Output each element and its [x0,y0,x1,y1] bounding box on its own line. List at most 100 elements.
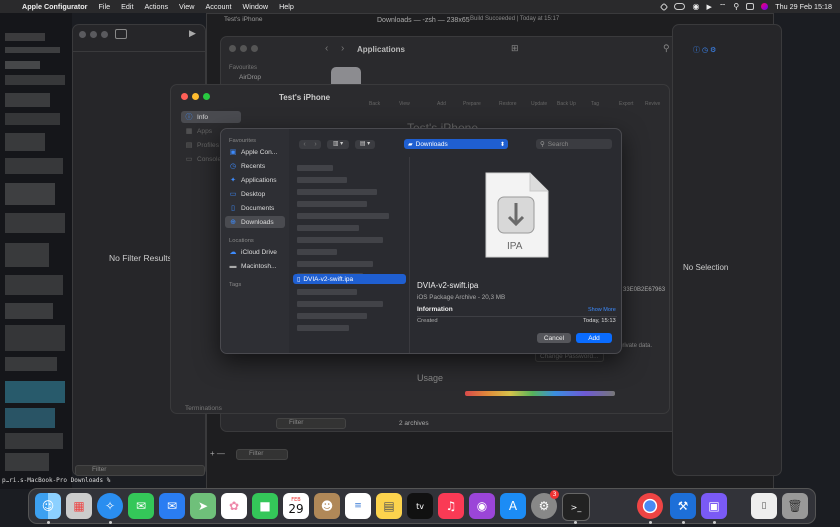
airdrop-label[interactable]: AirDrop [239,74,261,81]
reminders-icon[interactable]: ≡ [345,493,371,519]
close-dot[interactable] [181,93,188,100]
terminations-label: Terminations [185,405,222,412]
sidebar-item-downloads[interactable]: ⊕ Downloads [225,216,285,228]
toggle-icon[interactable] [674,3,686,10]
bottom-filter-placeholder: Filter [249,450,264,457]
tv-icon[interactable]: tv [407,493,433,519]
usage-bar [465,391,615,396]
back-icon[interactable]: ‹ [303,141,305,148]
toolbar-view[interactable]: View [399,101,410,107]
menu-view[interactable]: View [179,2,194,11]
column-view-toggle[interactable]: ▥ ▾ [327,140,349,149]
sidebar-item-recents[interactable]: ◷ Recents [225,160,285,172]
status-diamond-icon[interactable] [660,2,669,11]
toolbar-revive[interactable]: Revive [645,101,660,107]
menu-app-name[interactable]: Apple Configurator [22,2,87,11]
photos-icon[interactable]: ✿ [221,493,247,519]
minimize-dot[interactable] [192,93,199,100]
maps-icon[interactable]: ➤ [190,493,216,519]
toolbar-prepare[interactable]: Prepare [463,101,481,107]
sidebar-item-macintosh[interactable]: ▬ Macintosh... [225,260,285,272]
safari-icon[interactable]: ✧ [97,493,123,519]
close-dot[interactable] [79,31,86,38]
file-list: ▯ DVIA-v2-swift.ipa [289,157,410,353]
calendar-icon[interactable]: FEB 29 [283,493,309,519]
zoom-dot[interactable] [101,31,108,38]
wifi-icon[interactable]: ⌔ [719,2,727,12]
launchpad-icon[interactable]: ▦ [66,493,92,519]
search-icon[interactable]: ⚲ [733,2,739,11]
search-icon[interactable]: ⚲ [663,43,670,54]
file-icon: ▯ [297,276,301,283]
zoom-dot[interactable] [203,93,210,100]
sidebar-toggle-icon[interactable] [115,29,127,39]
xcode-icon[interactable]: ⚒ [670,493,696,519]
notes-icon[interactable]: ▤ [376,493,402,519]
left-filter-field[interactable]: Filter [75,465,205,476]
sidebar-item-desktop[interactable]: ▭ Desktop [225,188,285,200]
applications-title: Applications [357,45,406,54]
terminal-icon[interactable]: >_ [562,493,590,521]
add-remove-controls[interactable]: + — [210,449,225,458]
siri-icon[interactable] [761,3,769,10]
minimize-dot[interactable] [90,31,97,38]
nav-apps-label: Apps [197,127,213,135]
ipa-badge: IPA [507,241,523,252]
menu-file[interactable]: File [98,2,110,11]
menu-help[interactable]: Help [279,2,294,11]
grid-view-icon[interactable]: ⊞ [511,43,519,54]
trash-icon[interactable]: 🗑 [782,493,808,519]
contacts-icon[interactable]: ☻ [314,493,340,519]
back-chevron-icon[interactable]: ‹ [325,43,328,54]
sidebar-item-applications[interactable]: ✦ Applications [225,174,285,186]
show-more-link[interactable]: Show More [588,307,616,313]
menu-clock[interactable]: Thu 29 Feb 15:18 [775,2,832,11]
toolbar-backup[interactable]: Back Up [557,101,576,107]
menu-edit[interactable]: Edit [121,2,133,11]
group-view-toggle[interactable]: ▤ ▾ [355,140,375,149]
chrome-icon[interactable] [637,493,663,519]
cancel-button[interactable]: Cancel [537,333,571,343]
finder-icon[interactable]: ☺ [35,493,61,519]
control-center-icon[interactable] [746,3,755,10]
menu-window[interactable]: Window [242,2,268,11]
location-popup[interactable]: ▰ Downloads ⬍ [404,139,508,149]
search-placeholder: Search [547,140,569,148]
toolbar-add[interactable]: Add [437,101,446,107]
apps-filter-field[interactable]: Filter [276,418,346,429]
screen-record-icon[interactable]: ◉ [692,2,699,11]
mail-icon[interactable]: ✉ [159,493,185,519]
menu-actions[interactable]: Actions [144,2,168,11]
search-field[interactable]: ⚲ Search [536,139,612,149]
system-settings-icon[interactable]: ⚙ 3 [531,490,559,519]
toolbar-back[interactable]: Back [369,101,380,107]
tab-test-iphone[interactable]: Test's iPhone [224,16,262,23]
podcasts-icon[interactable]: ◉ [469,493,495,519]
nav-back-forward[interactable]: ‹ › [299,140,321,149]
sidebar-item-apple-configurator[interactable]: ▣ Apple Con... [225,146,285,158]
sidebar-item-icloud[interactable]: ☁ iCloud Drive [225,246,285,258]
nav-info[interactable]: ⓘ Info [181,111,241,123]
music-icon[interactable]: ♫ [438,493,464,519]
app-store-icon[interactable]: A [500,493,526,519]
forward-icon[interactable]: › [314,141,316,148]
clock-icon: ◷ [229,163,237,170]
ipa-document-icon: IPA [482,171,550,259]
apple-configurator-icon[interactable]: ▣ [701,493,727,519]
facetime-icon[interactable]: ■ [252,493,278,519]
toolbar-tag[interactable]: Tag [591,101,599,107]
sidebar-item-documents[interactable]: ▯ Documents [225,202,285,214]
menu-account[interactable]: Account [206,2,232,11]
toolbar-restore[interactable]: Restore [499,101,517,107]
toolbar-update[interactable]: Update [531,101,547,107]
downloads-stack-icon[interactable]: ▯ [751,493,777,519]
bottom-filter-field[interactable]: Filter [236,449,288,460]
run-icon[interactable]: ▶ [189,28,196,39]
play-icon[interactable]: ▶ [706,3,711,11]
file-row-selected[interactable]: ▯ DVIA-v2-swift.ipa [293,274,406,284]
toolbar-export[interactable]: Export [619,101,633,107]
inspector-icons[interactable]: ⓘ ◷ ⚙ [693,45,716,55]
forward-chevron-icon[interactable]: › [341,43,344,54]
messages-icon[interactable]: ✉ [128,493,154,519]
add-button[interactable]: Add [576,333,612,343]
